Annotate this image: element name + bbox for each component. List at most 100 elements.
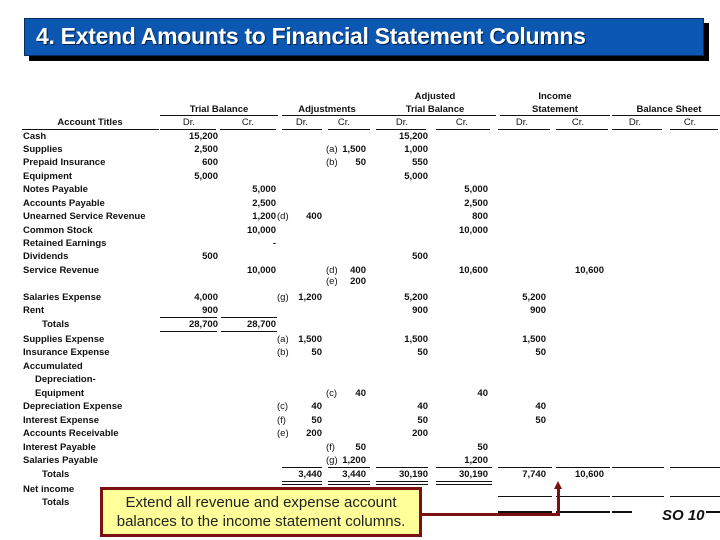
header-adj-dr: Dr. [295, 117, 309, 128]
amount-atb-cr: 5,000 [464, 184, 488, 195]
amount-tb-cr: 10,000 [246, 265, 276, 276]
header-adjusted-line2: Trial Balance [405, 104, 465, 115]
account-title: Cash [23, 131, 47, 142]
amount-is-dr: 7,740 [522, 469, 546, 480]
amount-atb-dr: 1,500 [404, 334, 428, 345]
header-balance-sheet: Balance Sheet [636, 104, 702, 115]
header-rule [220, 129, 276, 130]
amount-atb-cr: 50 [477, 442, 488, 453]
amount-tb-dr: 5,000 [194, 171, 218, 182]
account-title: Equipment [35, 388, 85, 399]
amount-tb-cr: 28,700 [246, 319, 276, 330]
header-account-titles: Account Titles [57, 117, 123, 128]
adjustment-ref: (f) [326, 442, 335, 453]
total-rule [556, 467, 610, 468]
total-rule [328, 467, 370, 468]
amount-atb-dr: 550 [412, 157, 428, 168]
account-title: Accounts Receivable [23, 428, 119, 439]
header-rule [500, 115, 610, 116]
header-is-dr: Dr. [515, 117, 529, 128]
total-rule [612, 496, 664, 497]
header-adj-cr: Cr. [337, 117, 351, 128]
amount-atb-dr: 200 [412, 428, 428, 439]
total-rule [221, 317, 277, 318]
header-rule [498, 129, 550, 130]
account-title: Supplies [23, 144, 63, 155]
header-rule [372, 115, 496, 116]
account-title: Interest Payable [23, 442, 96, 453]
account-title: Unearned Service Revenue [23, 211, 146, 222]
total-rule [556, 511, 610, 513]
amount-atb-cr: 2,500 [464, 198, 488, 209]
account-title: Depreciation Expense [23, 401, 123, 412]
amount-adj-dr: 3,440 [298, 469, 322, 480]
account-title: Net income [23, 484, 75, 495]
header-tb-cr: Cr. [241, 117, 255, 128]
account-title: Service Revenue [23, 265, 100, 276]
header-rule [670, 129, 718, 130]
total-rule [328, 481, 370, 485]
total-rule [498, 467, 552, 468]
amount-is-cr: 10,600 [574, 469, 604, 480]
header-adjustments: Adjustments [298, 104, 356, 115]
account-title: Insurance Expense [23, 347, 110, 358]
amount-atb-dr: 40 [417, 401, 428, 412]
account-title: Salaries Expense [23, 292, 102, 303]
amount-tb-cr: 5,000 [252, 184, 276, 195]
header-rule [160, 129, 216, 130]
account-title: Accounts Payable [23, 198, 105, 209]
total-rule [670, 496, 720, 497]
total-rule [706, 511, 720, 513]
amount-tb-dr: 2,500 [194, 144, 218, 155]
study-objective-label: SO 10 [662, 507, 705, 524]
account-title: Prepaid Insurance [23, 157, 106, 168]
header-rule [376, 129, 426, 130]
account-title: Rent [23, 305, 45, 316]
total-rule [221, 331, 277, 332]
amount-is-dr: 5,200 [522, 292, 546, 303]
callout-note: Extend all revenue and expense account b… [100, 487, 422, 537]
amount-atb-dr: 30,190 [398, 469, 428, 480]
amount-atb-dr: 50 [417, 415, 428, 426]
total-rule [612, 511, 632, 513]
amount-atb-dr: 15,200 [398, 131, 428, 142]
account-title: Accumulated [23, 361, 83, 372]
amount-atb-dr: 900 [412, 305, 428, 316]
header-bs-dr: Dr. [628, 117, 642, 128]
header-trial-balance: Trial Balance [189, 104, 249, 115]
amount-atb-dr: 5,000 [404, 171, 428, 182]
amount-is-dr: 50 [535, 415, 546, 426]
adjustment-ref: (d) [326, 265, 338, 276]
account-title: Retained Earnings [23, 238, 107, 249]
header-atb-dr: Dr. [395, 117, 409, 128]
amount-atb-dr: 1,000 [404, 144, 428, 155]
header-income-line1: Income [538, 91, 572, 102]
adjustment-ref: (c) [277, 401, 289, 412]
total-rule [612, 467, 664, 468]
amount-tb-cr: 10,000 [246, 225, 276, 236]
account-title: Dividends [23, 251, 69, 262]
header-adjusted-line1: Adjusted [414, 91, 456, 102]
amount-tb-cr: - [272, 238, 276, 249]
account-title: Totals [42, 497, 70, 508]
amount-atb-dr: 50 [417, 347, 428, 358]
amount-is-dr: 1,500 [522, 334, 546, 345]
amount-is-dr: 40 [535, 401, 546, 412]
account-title: Totals [42, 319, 70, 330]
total-rule [282, 467, 322, 468]
amount-adj-cr: 3,440 [342, 469, 366, 480]
total-rule [556, 496, 610, 497]
total-rule [670, 467, 720, 468]
header-tb-dr: Dr. [182, 117, 196, 128]
account-title: Totals [42, 469, 70, 480]
header-is-cr: Cr. [571, 117, 585, 128]
arrow-up-icon [554, 481, 562, 489]
account-title: Notes Payable [23, 184, 88, 195]
total-rule [160, 331, 217, 332]
adjustment-ref: (b) [277, 347, 289, 358]
amount-tb-dr: 600 [202, 157, 218, 168]
account-title: Common Stock [23, 225, 93, 236]
adjustment-ref: (c) [326, 388, 338, 399]
total-rule [498, 496, 552, 497]
adjustment-ref: (g) [326, 455, 338, 466]
